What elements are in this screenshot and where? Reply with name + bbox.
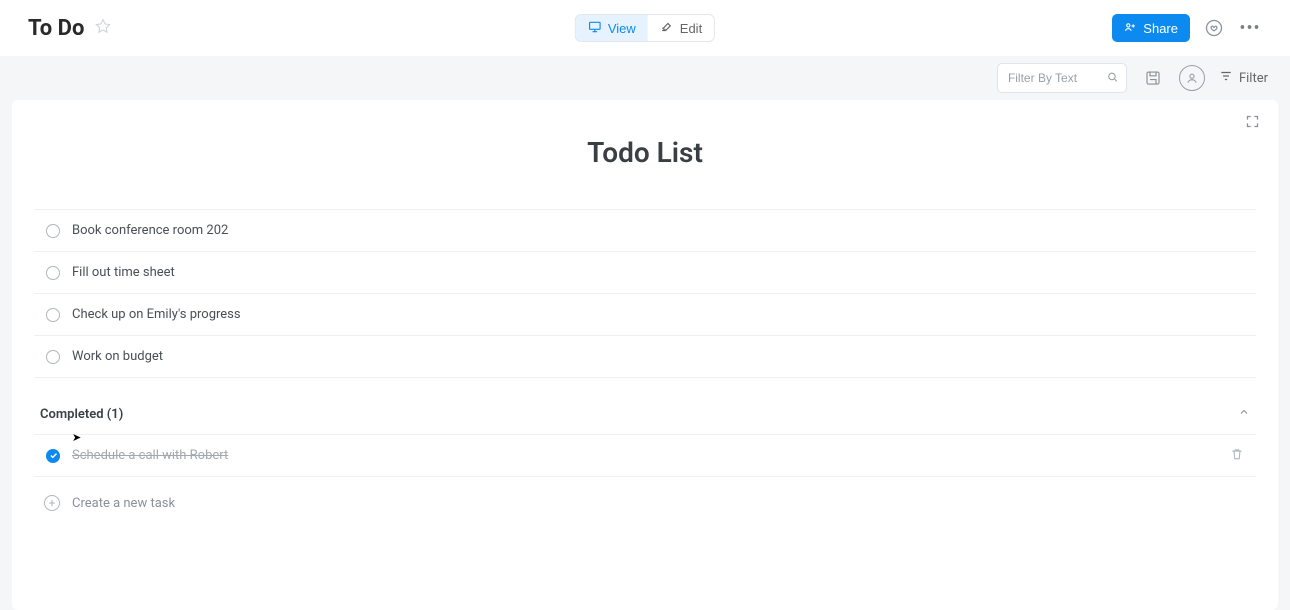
edit-mode-button[interactable]: Edit [648, 15, 714, 41]
task-checkbox[interactable] [46, 224, 60, 238]
task-checkbox[interactable] [46, 350, 60, 364]
completed-task-list: Schedule a call with Robert ➤ [34, 434, 1256, 477]
search-wrapper [997, 63, 1127, 93]
expand-icon[interactable] [1245, 114, 1260, 133]
share-button[interactable]: Share [1112, 14, 1190, 42]
task-label: Schedule a call with Robert [72, 448, 1218, 463]
share-icon [1124, 20, 1137, 36]
task-label: Work on budget [72, 349, 1244, 364]
share-label: Share [1143, 21, 1178, 36]
task-checkbox[interactable] [46, 266, 60, 280]
view-mode-label: View [608, 21, 636, 36]
chevron-up-icon[interactable] [1238, 406, 1250, 422]
task-label: Book conference room 202 [72, 223, 1244, 238]
task-row[interactable]: Fill out time sheet [34, 252, 1256, 294]
task-checkbox-checked[interactable] [46, 449, 60, 463]
filter-label: Filter [1239, 71, 1268, 86]
task-row[interactable]: Work on budget [34, 336, 1256, 378]
task-label: Fill out time sheet [72, 265, 1244, 280]
task-checkbox[interactable] [46, 308, 60, 322]
task-row[interactable]: Schedule a call with Robert [34, 435, 1256, 477]
toolbar: Filter [0, 56, 1290, 100]
pencil-icon [660, 20, 674, 37]
edit-mode-label: Edit [680, 21, 702, 36]
more-icon[interactable]: ••• [1238, 16, 1262, 40]
trash-icon[interactable] [1230, 447, 1244, 465]
filter-button[interactable]: Filter [1219, 69, 1268, 87]
completed-section-header[interactable]: Completed (1) [34, 378, 1256, 434]
task-row[interactable]: Book conference room 202 [34, 210, 1256, 252]
completed-header-label: Completed (1) [40, 407, 123, 422]
task-list: Book conference room 202 Fill out time s… [34, 209, 1256, 378]
save-icon[interactable] [1141, 66, 1165, 90]
mode-switch: View Edit [575, 14, 715, 42]
user-avatar-icon[interactable] [1179, 65, 1205, 91]
heart-icon[interactable] [1202, 16, 1226, 40]
create-task-label: Create a new task [72, 496, 175, 511]
topbar-right: Share ••• [1112, 14, 1262, 42]
page-title: To Do [28, 16, 84, 41]
filter-icon [1219, 69, 1233, 87]
create-task-button[interactable]: + Create a new task [34, 477, 1256, 511]
monitor-icon [588, 20, 602, 37]
top-bar: To Do View Edit Share ••• [0, 0, 1290, 56]
list-title: Todo List [34, 136, 1256, 169]
star-icon[interactable] [94, 17, 112, 39]
main-canvas: Todo List Book conference room 202 Fill … [12, 100, 1278, 610]
view-mode-button[interactable]: View [576, 15, 648, 41]
task-label: Check up on Emily's progress [72, 307, 1244, 322]
task-row[interactable]: Check up on Emily's progress [34, 294, 1256, 336]
plus-icon: + [44, 495, 60, 511]
filter-text-input[interactable] [997, 63, 1127, 93]
